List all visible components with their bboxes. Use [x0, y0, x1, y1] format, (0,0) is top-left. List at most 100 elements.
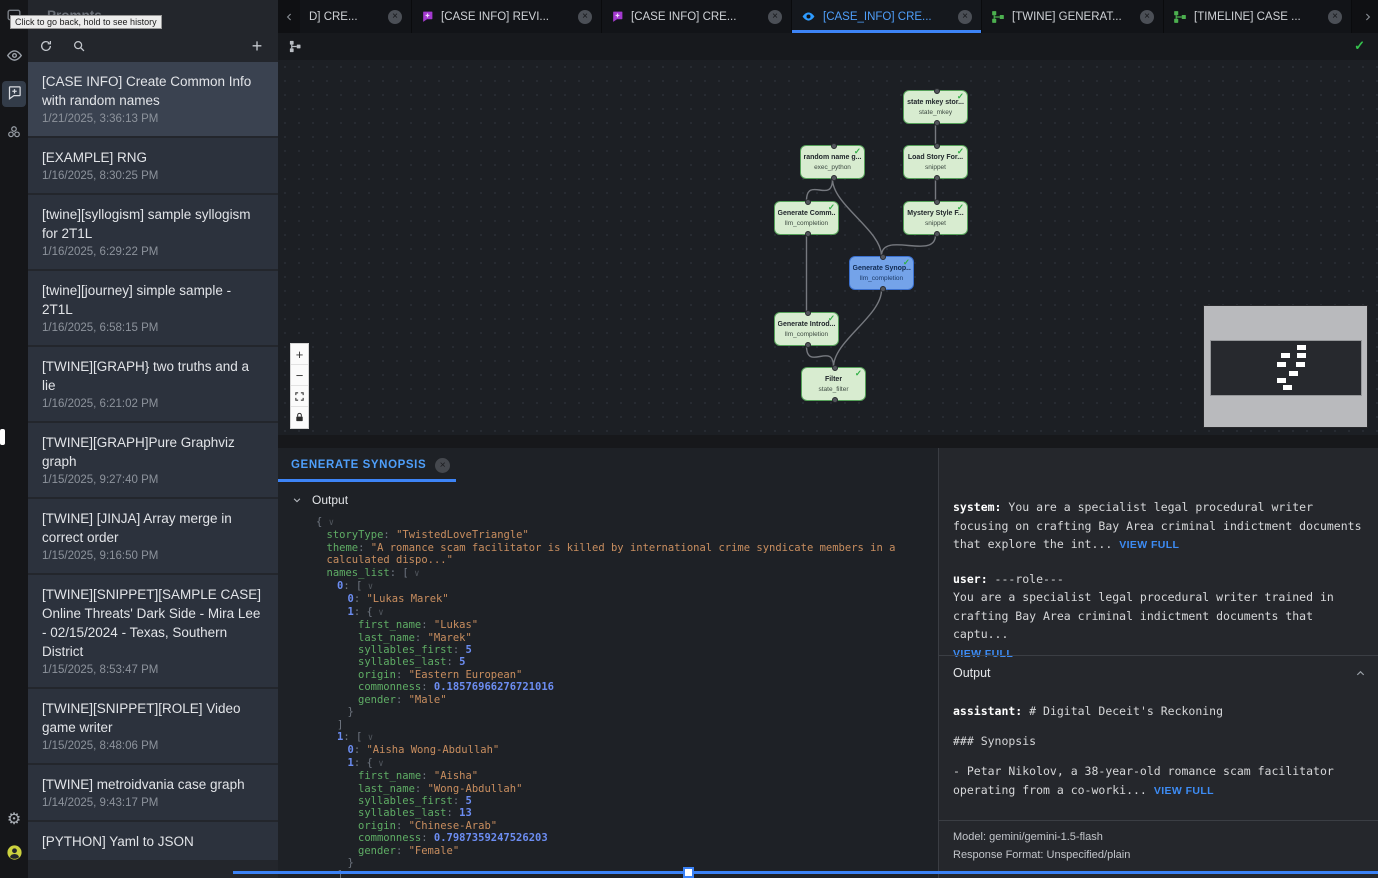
- graph-node[interactable]: ✓Generate Synop...llm_completion: [849, 256, 914, 290]
- tab-strip: D] CRE...×[CASE INFO] REVI...×[CASE INFO…: [300, 0, 1352, 33]
- node-success-check-icon: ✓: [903, 257, 910, 268]
- prompt-timestamp: 1/15/2025, 8:48:06 PM: [42, 739, 264, 754]
- view-full-link[interactable]: VIEW FULL: [1119, 539, 1179, 551]
- prompt-list-item[interactable]: [twine][syllogism] sample syllogism for …: [28, 195, 278, 269]
- tab-label: [CASE_INFO] CRE...: [823, 11, 932, 23]
- node-title: Load Story For...: [908, 153, 963, 162]
- tab-1[interactable]: D] CRE...×: [300, 0, 412, 33]
- prompt-list-item[interactable]: [TWINE][SNIPPET][SAMPLE CASE] Online Thr…: [28, 575, 278, 687]
- canvas-toolbar: ✓: [278, 33, 1378, 60]
- prompt-title: [TWINE] metroidvania case graph: [42, 775, 264, 794]
- minimap-node: [1289, 371, 1298, 376]
- node-title: state mkey stor...: [907, 98, 964, 107]
- prompt-list-item[interactable]: [twine][journey] simple sample - 2T1L1/1…: [28, 271, 278, 345]
- graph-node[interactable]: ✓state mkey stor...state_mkey: [903, 90, 968, 124]
- bottom-resize-handle[interactable]: [683, 867, 694, 878]
- tab-close-icon[interactable]: ×: [578, 10, 592, 24]
- refresh-icon[interactable]: [37, 37, 55, 55]
- rail-flows-icon[interactable]: [0, 120, 28, 148]
- sidebar-toolbar: +: [28, 30, 278, 61]
- node-canvas[interactable]: +− ✓state mkey stor...state_mkey ✓random …: [278, 60, 1378, 435]
- tab-close-icon[interactable]: ×: [1140, 10, 1154, 24]
- minimap-viewport[interactable]: [1210, 340, 1362, 396]
- prompt-timestamp: 1/15/2025, 9:27:40 PM: [42, 473, 264, 488]
- rail-account-icon[interactable]: [0, 841, 28, 869]
- prompt-list-item[interactable]: [TWINE][GRAPH]Pure Graphviz graph1/15/20…: [28, 423, 278, 497]
- prompt-title: [twine][journey] simple sample - 2T1L: [42, 281, 264, 319]
- role-label: user:: [953, 572, 995, 586]
- chevron-up-icon: [1355, 668, 1366, 679]
- prompt-list-item[interactable]: [PYTHON] Yaml to JSON: [28, 822, 278, 860]
- code-line: syllables_first: 5: [316, 795, 938, 807]
- node-success-check-icon: ✓: [957, 146, 964, 157]
- tab-label: [TWINE] GENERAT...: [1012, 11, 1122, 23]
- code-line: }: [316, 706, 938, 718]
- tab-label: [CASE INFO] REVI...: [441, 11, 549, 23]
- view-full-link[interactable]: VIEW FULL: [953, 648, 1013, 660]
- chevron-down-icon: [292, 495, 302, 505]
- prompt-list-item[interactable]: [TWINE][SNIPPET][ROLE] Video game writer…: [28, 689, 278, 763]
- eye-blue-icon: [801, 9, 816, 24]
- bottom-resize-bar[interactable]: [233, 871, 1378, 874]
- graph-node[interactable]: ✓Mystery Style F...snippet: [903, 201, 968, 235]
- code-line: { ∨: [316, 516, 938, 529]
- json-output-tree[interactable]: { ∨storyType: "TwistedLoveTriangle"theme…: [316, 516, 938, 878]
- role-label: system:: [953, 500, 1008, 514]
- panel-close-icon[interactable]: ×: [435, 458, 450, 473]
- prompt-title: [PYTHON] Yaml to JSON: [42, 832, 264, 851]
- prompt-list-item[interactable]: [CASE INFO] Create Common Info with rand…: [28, 62, 278, 136]
- tab-close-icon[interactable]: ×: [958, 10, 972, 24]
- fit-view-button[interactable]: [291, 386, 308, 407]
- zoom-out-button[interactable]: −: [291, 365, 308, 386]
- tab-scroll-left-icon[interactable]: [278, 0, 300, 33]
- prompt-list-item[interactable]: [EXAMPLE] RNG1/16/2025, 8:30:25 PM: [28, 138, 278, 193]
- tab-close-icon[interactable]: ×: [768, 10, 782, 24]
- code-line: 0: "Lukas Marek": [316, 593, 938, 605]
- tab-6[interactable]: [TIMELINE] CASE ...×: [1164, 0, 1352, 33]
- graph-node[interactable]: ✓Load Story For...snippet: [903, 145, 968, 179]
- model-info: Model: gemini/gemini-1.5-flash Response …: [939, 820, 1378, 864]
- minimap[interactable]: [1203, 305, 1368, 428]
- prompt-timestamp: 1/15/2025, 9:16:50 PM: [42, 549, 264, 564]
- result-output-header[interactable]: Output: [953, 666, 1366, 680]
- rail-prompts-icon[interactable]: [0, 81, 28, 109]
- view-full-link[interactable]: VIEW FULL: [1154, 785, 1214, 797]
- flag-purple-icon: [611, 10, 624, 23]
- tab-2[interactable]: [CASE INFO] REVI... ×: [412, 0, 602, 33]
- code-line: theme: "A romance scam facilitator is ki…: [316, 542, 938, 554]
- model-row: Model: gemini/gemini-1.5-flash: [953, 828, 1378, 846]
- search-icon[interactable]: [70, 37, 88, 55]
- output-section-header[interactable]: Output: [278, 482, 938, 507]
- rail-settings-icon[interactable]: ⚙: [0, 805, 28, 833]
- node-success-check-icon: ✓: [957, 202, 964, 213]
- assistant-paragraph: assistant: # Digital Deceit's Reckoning: [953, 702, 1362, 721]
- code-line: 1: { ∨: [316, 757, 938, 770]
- code-line: names_list: [ ∨: [316, 567, 938, 580]
- tab-4[interactable]: [CASE_INFO] CRE... ×: [792, 0, 982, 33]
- prompt-list-item[interactable]: [TWINE] [JINJA] Array merge in correct o…: [28, 499, 278, 573]
- lock-button[interactable]: [291, 407, 308, 428]
- prompt-list-item[interactable]: [TWINE][GRAPH} two truths and a lie1/16/…: [28, 347, 278, 421]
- tab-5[interactable]: [TWINE] GENERAT... ×: [982, 0, 1164, 33]
- graph-tool-icon[interactable]: [288, 39, 303, 59]
- graph-node[interactable]: ✓Generate Introd...llm_completion: [774, 312, 839, 346]
- graph-node[interactable]: ✓random name g...exec_python: [800, 145, 865, 179]
- left-resize-handle[interactable]: [0, 429, 5, 445]
- tab-3[interactable]: [CASE INFO] CRE... ×: [602, 0, 792, 33]
- prompt-timestamp: 1/21/2025, 3:36:13 PM: [42, 112, 264, 127]
- graph-node[interactable]: ✓Filterstate_filter: [801, 367, 866, 401]
- prompt-list-item[interactable]: [TWINE] metroidvania case graph1/14/2025…: [28, 765, 278, 820]
- tab-close-icon[interactable]: ×: [1328, 10, 1342, 24]
- tab-generate-synopsis[interactable]: GENERATE SYNOPSIS: [291, 459, 426, 471]
- minimap-node: [1297, 345, 1306, 350]
- model-value: gemini/gemini-1.5-flash: [989, 831, 1103, 843]
- tab-close-icon[interactable]: ×: [388, 10, 402, 24]
- tab-label: [CASE INFO] CRE...: [631, 11, 736, 23]
- rail-eye-icon[interactable]: [0, 44, 28, 72]
- graph-green-icon: [991, 10, 1005, 24]
- graph-node[interactable]: ✓Generate Comm...llm_completion: [774, 201, 839, 235]
- tab-scroll-right-icon[interactable]: [1356, 0, 1378, 33]
- node-subtitle: llm_completion: [785, 331, 828, 339]
- zoom-in-button[interactable]: +: [291, 344, 308, 365]
- add-prompt-button[interactable]: +: [248, 37, 266, 55]
